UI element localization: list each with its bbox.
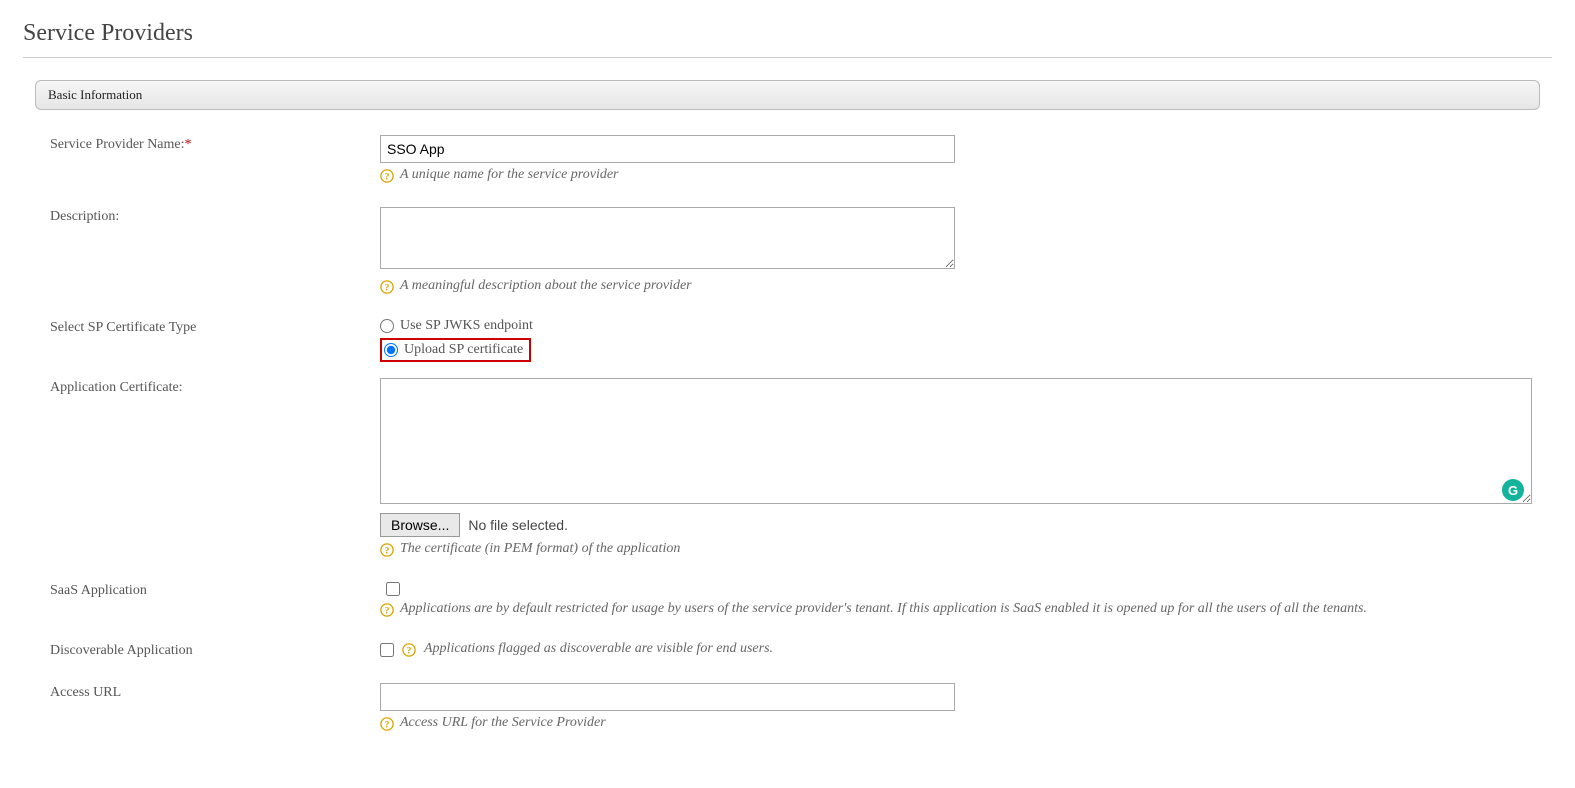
field-saas: ? Applications are by default restricted… [380,581,1540,617]
required-asterisk: * [185,137,192,152]
help-icon: ? [380,280,394,294]
radio-jwks[interactable] [380,319,394,333]
field-cert-type: Use SP JWKS endpoint Upload SP certifica… [380,318,1540,362]
saas-checkbox[interactable] [386,582,400,596]
label-access-url: Access URL [35,683,380,701]
label-discoverable: Discoverable Application [35,641,380,659]
row-discoverable: Discoverable Application ? Applications … [35,641,1540,659]
grammarly-badge-icon[interactable]: G [1502,479,1524,501]
basic-information-header: Basic Information [35,80,1540,110]
help-description: ? A meaningful description about the ser… [380,278,1540,294]
label-saas: SaaS Application [35,581,380,599]
help-discoverable-text: Applications flagged as discoverable are… [424,641,773,657]
app-cert-textarea[interactable] [380,378,1532,504]
help-icon: ? [380,717,394,731]
radio-upload[interactable] [384,343,398,357]
svg-text:?: ? [385,283,390,294]
browse-button[interactable]: Browse... [380,513,460,537]
label-cert-type: Select SP Certificate Type [35,318,380,336]
help-access-url: ? Access URL for the Service Provider [380,715,1540,731]
field-discoverable: ? Applications flagged as discoverable a… [380,641,1540,657]
sp-name-input[interactable] [380,135,955,163]
label-description: Description: [35,207,380,225]
help-app-cert-text: The certificate (in PEM format) of the a… [400,541,680,557]
field-app-cert: G Browse... No file selected. ? The cert… [380,378,1540,557]
row-app-cert: Application Certificate: G Browse... No … [35,378,1540,557]
row-description: Description: ? A meaningful description … [35,207,1540,294]
row-saas: SaaS Application ? Applications are by d… [35,581,1540,617]
svg-text:?: ? [407,646,412,657]
divider [23,57,1552,58]
upload-highlight-box: Upload SP certificate [380,338,531,362]
help-icon: ? [380,543,394,557]
help-icon: ? [402,643,416,657]
form-area: Service Provider Name:* ? A unique name … [35,135,1540,731]
radio-jwks-label: Use SP JWKS endpoint [400,318,533,334]
row-cert-type: Select SP Certificate Type Use SP JWKS e… [35,318,1540,362]
help-saas-text: Applications are by default restricted f… [400,601,1367,617]
radio-upload-row[interactable]: Upload SP certificate [384,342,523,358]
radio-jwks-row[interactable]: Use SP JWKS endpoint [380,318,1540,334]
field-access-url: ? Access URL for the Service Provider [380,683,1540,731]
help-sp-name-text: A unique name for the service provider [400,167,619,183]
field-description: ? A meaningful description about the ser… [380,207,1540,294]
help-icon: ? [380,603,394,617]
label-sp-name-text: Service Provider Name: [50,137,185,152]
svg-text:?: ? [385,720,390,731]
svg-text:?: ? [385,172,390,183]
help-saas: ? Applications are by default restricted… [380,601,1540,617]
row-access-url: Access URL ? Access URL for the Service … [35,683,1540,731]
svg-text:?: ? [385,546,390,557]
help-icon: ? [380,169,394,183]
description-textarea[interactable] [380,207,955,269]
field-sp-name: ? A unique name for the service provider [380,135,1540,183]
help-sp-name: ? A unique name for the service provider [380,167,1540,183]
access-url-input[interactable] [380,683,955,711]
radio-upload-label: Upload SP certificate [404,342,523,358]
browse-row: Browse... No file selected. [380,513,1540,537]
page-title: Service Providers [23,20,1552,47]
label-app-cert: Application Certificate: [35,378,380,396]
row-sp-name: Service Provider Name:* ? A unique name … [35,135,1540,183]
discoverable-checkbox[interactable] [380,643,394,657]
help-app-cert: ? The certificate (in PEM format) of the… [380,541,1540,557]
no-file-selected: No file selected. [468,517,568,533]
svg-text:?: ? [385,606,390,617]
label-sp-name: Service Provider Name:* [35,135,380,153]
help-access-url-text: Access URL for the Service Provider [400,715,606,731]
help-description-text: A meaningful description about the servi… [400,278,692,294]
app-cert-wrap: G [380,378,1532,509]
discoverable-inline: ? Applications flagged as discoverable a… [380,641,1540,657]
